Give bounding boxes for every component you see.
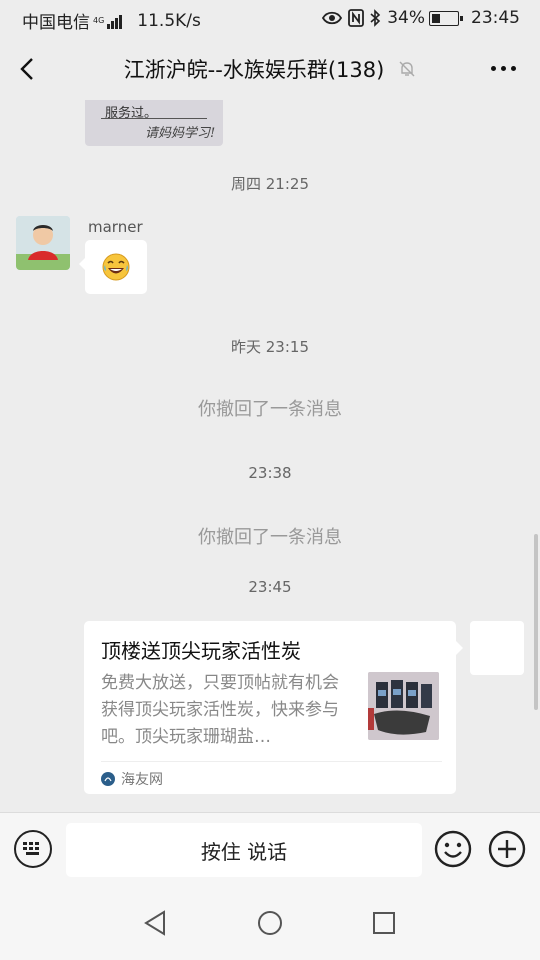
link-card-divider (101, 761, 442, 762)
timestamp: 昨天 23:15 (231, 338, 309, 356)
sender-name: marner (88, 218, 143, 236)
input-bar: 按住 说话 (0, 812, 540, 888)
bluetooth-icon (370, 9, 381, 27)
link-card-thumbnail (368, 672, 439, 740)
recall-notice: 你撤回了一条消息 (198, 399, 342, 420)
nav-home-button[interactable] (257, 910, 283, 940)
timestamp: 23:38 (248, 464, 292, 482)
chat-title-container: 江浙沪皖--水族娱乐群(138) (0, 54, 540, 84)
link-card-source: 海友网 (101, 769, 163, 789)
status-right: 34% 23:45 (322, 8, 520, 28)
chat-message-list[interactable]: 服务过。 请妈妈学习! 周四 21:25 marner 昨天 23:15 你撤回… (0, 100, 540, 812)
network-speed: 11.5K/s (137, 10, 201, 31)
nav-recent-button[interactable] (372, 911, 396, 939)
image-text-2: 请妈妈学习! (145, 126, 216, 141)
avatar[interactable] (16, 216, 70, 270)
battery-icon (429, 10, 463, 26)
keyboard-toggle-button[interactable] (14, 830, 52, 868)
chat-header: 江浙沪皖--水族娱乐群(138) (0, 38, 540, 100)
more-dots-icon (491, 66, 496, 71)
chat-title[interactable]: 江浙沪皖--水族娱乐群(138) (124, 54, 385, 84)
nav-back-button[interactable] (143, 910, 167, 940)
network-tag: 4G (93, 15, 105, 25)
link-card-title: 顶楼送顶尖玩家活性炭 (101, 639, 301, 663)
nav-home-icon (258, 911, 282, 935)
source-logo-icon (101, 772, 115, 786)
link-card-source-name: 海友网 (121, 772, 163, 788)
hold-to-talk-button[interactable]: 按住 说话 (66, 823, 422, 877)
emoji-icon (434, 830, 472, 868)
more-button[interactable] (486, 66, 516, 71)
emoji-message-bubble[interactable] (79, 240, 147, 294)
nav-back-icon (144, 910, 165, 936)
link-card-message[interactable]: 顶楼送顶尖玩家活性炭 免费大放送，只要顶帖就有机会获得顶尖玩家活性炭，快来参与吧… (84, 621, 463, 794)
more-functions-button[interactable] (488, 830, 526, 868)
battery-fill (432, 13, 440, 23)
image-underline (101, 118, 207, 119)
battery-percent: 34% (387, 8, 425, 28)
chat-scrollbar[interactable] (534, 534, 538, 710)
bell-off-icon (398, 60, 416, 78)
signal-icon (107, 13, 123, 29)
plus-icon (488, 830, 526, 868)
more-dot (501, 66, 506, 71)
system-nav-bar (0, 888, 540, 960)
eye-icon (322, 11, 343, 25)
carrier-label: 中国电信 (22, 13, 90, 33)
link-card-description: 免费大放送，只要顶帖就有机会获得顶尖玩家活性炭，快来参与吧。顶尖玩家珊瑚盐… (101, 673, 339, 747)
recall-notice: 你撤回了一条消息 (198, 527, 342, 548)
status-time: 23:45 (471, 8, 520, 28)
status-bar: 中国电信 4G 11.5K/s 34% 23:45 (0, 0, 540, 38)
nav-recent-icon (373, 912, 395, 934)
more-dot (511, 66, 516, 71)
emoji-button[interactable] (434, 830, 472, 868)
laughing-emoji-icon (102, 253, 130, 281)
timestamp: 23:45 (248, 578, 292, 596)
nfc-icon (348, 9, 365, 27)
keyboard-icon (23, 842, 39, 855)
self-avatar[interactable] (470, 621, 524, 675)
image-message[interactable]: 服务过。 请妈妈学习! (85, 100, 223, 146)
status-left: 中国电信 4G 11.5K/s (22, 8, 201, 34)
timestamp: 周四 21:25 (231, 175, 309, 193)
